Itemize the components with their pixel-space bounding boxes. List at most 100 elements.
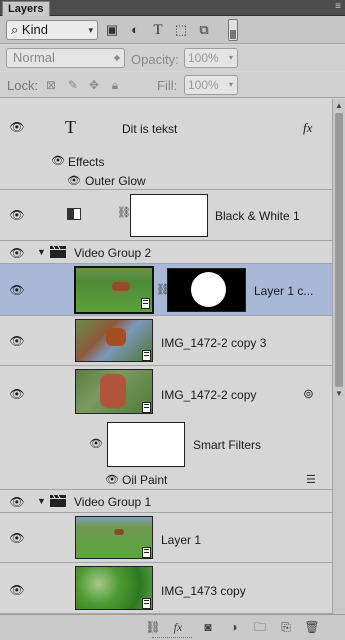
- video-frame-badge-icon: [142, 547, 151, 558]
- layers-tab[interactable]: Layers: [2, 1, 50, 16]
- filter-toggle-switch[interactable]: [228, 19, 238, 41]
- delete-layer-trash-icon[interactable]: 🗑︎: [304, 620, 320, 634]
- link-chain-icon[interactable]: ⛓: [117, 206, 131, 219]
- layer-name[interactable]: Dit is tekst: [122, 122, 177, 136]
- layer-name[interactable]: Black & White 1: [215, 209, 300, 223]
- layers-scrollbar[interactable]: ▲ ▼: [332, 99, 345, 614]
- pixel-layer-filter-icon[interactable]: ▣: [104, 22, 120, 38]
- dog-figure: [100, 374, 126, 408]
- link-chain-icon[interactable]: ⛓: [156, 283, 170, 296]
- add-layer-mask-icon[interactable]: ◙: [200, 620, 216, 634]
- chevron-down-icon: ▾: [228, 80, 233, 89]
- search-icon: ⌕: [11, 22, 22, 37]
- smart-filters-label[interactable]: Smart Filters: [193, 438, 261, 452]
- effects-label: Effects: [68, 155, 105, 169]
- layer-mask-thumbnail[interactable]: [167, 268, 246, 312]
- chevron-down-icon: ▾: [228, 53, 233, 62]
- layer-name[interactable]: IMG_1472-2 copy 3: [161, 336, 266, 350]
- new-layer-icon[interactable]: ⎘: [278, 620, 294, 634]
- fx-icon[interactable]: fx: [303, 120, 312, 136]
- scrollbar-thumb[interactable]: [335, 113, 343, 387]
- filter-kind-select[interactable]: ⌕ Kind ▾: [6, 20, 98, 40]
- smart-filter-mask-thumbnail[interactable]: [107, 422, 185, 467]
- layer-row-text[interactable]: 👁︎ T Dit is tekst fx 👁︎ Effects 👁︎ Outer…: [0, 99, 332, 190]
- visibility-eye-icon[interactable]: 👁︎: [9, 121, 25, 133]
- opacity-label: Opacity:: [131, 52, 179, 67]
- filter-bar: ⌕ Kind ▾ ▣ ◐ T ⬚ ⧉: [0, 16, 345, 44]
- blend-mode-select[interactable]: Normal ◆: [6, 48, 125, 68]
- layer-row-black-white[interactable]: 👁︎ ⛓ Black & White 1: [0, 190, 332, 241]
- visibility-eye-icon[interactable]: 👁︎: [9, 532, 25, 544]
- dog-figure: [106, 328, 126, 346]
- layer-name[interactable]: IMG_1473 copy: [161, 584, 246, 598]
- layer-row-layer-1-c[interactable]: 👁︎ ⛓ Layer 1 c...: [0, 264, 332, 316]
- visibility-eye-icon[interactable]: 👁︎: [9, 284, 25, 296]
- visibility-eye-icon[interactable]: 👁︎: [9, 496, 25, 508]
- layer-row-img-1473-copy[interactable]: 👁︎ IMG_1473 copy: [0, 563, 332, 614]
- layer-name[interactable]: IMG_1472-2 copy: [161, 388, 256, 402]
- type-layer-filter-icon[interactable]: T: [150, 22, 166, 38]
- visibility-eye-icon[interactable]: 👁︎: [9, 584, 25, 596]
- group-name[interactable]: Video Group 1: [74, 495, 151, 509]
- outer-glow-label[interactable]: Outer Glow: [85, 174, 146, 188]
- visibility-eye-icon[interactable]: 👁︎: [9, 335, 25, 347]
- video-frame-badge-icon: [142, 598, 151, 609]
- lock-label: Lock:: [7, 78, 39, 93]
- blend-mode-bar: Normal ◆ Opacity: 100% ▾: [0, 45, 345, 71]
- new-group-folder-icon[interactable]: 🗀︎: [252, 620, 268, 634]
- new-adjustment-layer-icon[interactable]: ◑: [226, 620, 242, 634]
- layer-name[interactable]: Layer 1: [161, 533, 201, 547]
- resize-grip[interactable]: [152, 637, 192, 639]
- video-frame-badge-icon: [141, 298, 150, 309]
- panel-menu-icon[interactable]: ≡: [335, 2, 341, 12]
- video-frame-badge-icon: [142, 350, 151, 361]
- fill-label: Fill:: [157, 78, 178, 93]
- scroll-up-arrow-icon[interactable]: ▲: [335, 101, 343, 110]
- video-frame-badge-icon: [142, 402, 151, 413]
- lock-position-icon[interactable]: ✥: [87, 78, 101, 92]
- layers-list: 👁︎ T Dit is tekst fx 👁︎ Effects 👁︎ Outer…: [0, 99, 332, 614]
- adjustment-layer-icon: [67, 208, 81, 220]
- expand-triangle-icon[interactable]: ▼: [37, 496, 46, 506]
- layer-row-layer-1[interactable]: 👁︎ Layer 1: [0, 513, 332, 563]
- opacity-input[interactable]: 100% ▾: [184, 48, 238, 68]
- lock-all-icon[interactable]: 🔒︎: [108, 78, 122, 92]
- chevron-down-icon: ▾: [88, 25, 93, 35]
- type-layer-icon: T: [65, 117, 76, 137]
- group-row-video-group-2[interactable]: 👁︎ ▼ Video Group 2: [0, 241, 332, 264]
- oil-paint-visibility-eye-icon[interactable]: 👁︎: [104, 475, 120, 486]
- group-name[interactable]: Video Group 2: [74, 246, 151, 260]
- blend-mode-value: Normal: [13, 50, 55, 65]
- opacity-value: 100%: [188, 51, 219, 65]
- layer-name[interactable]: Layer 1 c...: [254, 284, 313, 298]
- layer-row-img-1472-2-copy-3[interactable]: 👁︎ IMG_1472-2 copy 3: [0, 316, 332, 366]
- add-layer-style-fx-icon[interactable]: fx: [170, 620, 186, 634]
- outer-glow-visibility-eye-icon[interactable]: 👁︎: [66, 176, 82, 187]
- layer-row-img-1472-2-copy[interactable]: 👁︎ IMG_1472-2 copy ⊚ 👁︎ Smart Filters 👁︎…: [0, 366, 332, 490]
- lock-image-pixels-icon[interactable]: ✎: [66, 78, 80, 92]
- fill-value: 100%: [188, 78, 219, 92]
- panel-title-bar: Layers ≡: [0, 0, 345, 16]
- visibility-eye-icon[interactable]: 👁︎: [9, 247, 25, 259]
- visibility-eye-icon[interactable]: 👁︎: [9, 388, 25, 400]
- dog-figure: [112, 282, 130, 291]
- expand-triangle-icon[interactable]: ▼: [37, 247, 46, 257]
- filter-blending-options-icon[interactable]: ☰: [306, 473, 316, 486]
- oil-paint-label[interactable]: Oil Paint: [122, 473, 167, 487]
- adjustment-layer-filter-icon[interactable]: ◐: [127, 22, 143, 38]
- layer-mask-thumbnail[interactable]: [130, 194, 208, 237]
- layers-bottom-toolbar: ⛓ fx ◙ ◑ 🗀︎ ⎘ 🗑︎: [0, 614, 345, 640]
- smart-filters-visibility-eye-icon[interactable]: 👁︎: [88, 439, 104, 450]
- lock-bar: Lock: ⊠ ✎ ✥ 🔒︎ Fill: 100% ▾: [0, 72, 345, 98]
- scroll-down-arrow-icon[interactable]: ▼: [335, 389, 343, 398]
- effects-visibility-eye-icon[interactable]: 👁︎: [50, 156, 66, 167]
- dog-figure: [114, 529, 124, 535]
- chevron-updown-icon: ◆: [113, 53, 120, 62]
- visibility-eye-icon[interactable]: 👁︎: [9, 209, 25, 221]
- link-layers-icon[interactable]: ⛓: [145, 620, 161, 634]
- shape-layer-filter-icon[interactable]: ⬚: [173, 22, 189, 38]
- fill-input[interactable]: 100% ▾: [184, 75, 238, 95]
- lock-transparent-pixels-icon[interactable]: ⊠: [44, 78, 58, 92]
- smart-object-filter-icon[interactable]: ⧉: [196, 22, 212, 38]
- group-row-video-group-1[interactable]: 👁︎ ▼ Video Group 1: [0, 490, 332, 513]
